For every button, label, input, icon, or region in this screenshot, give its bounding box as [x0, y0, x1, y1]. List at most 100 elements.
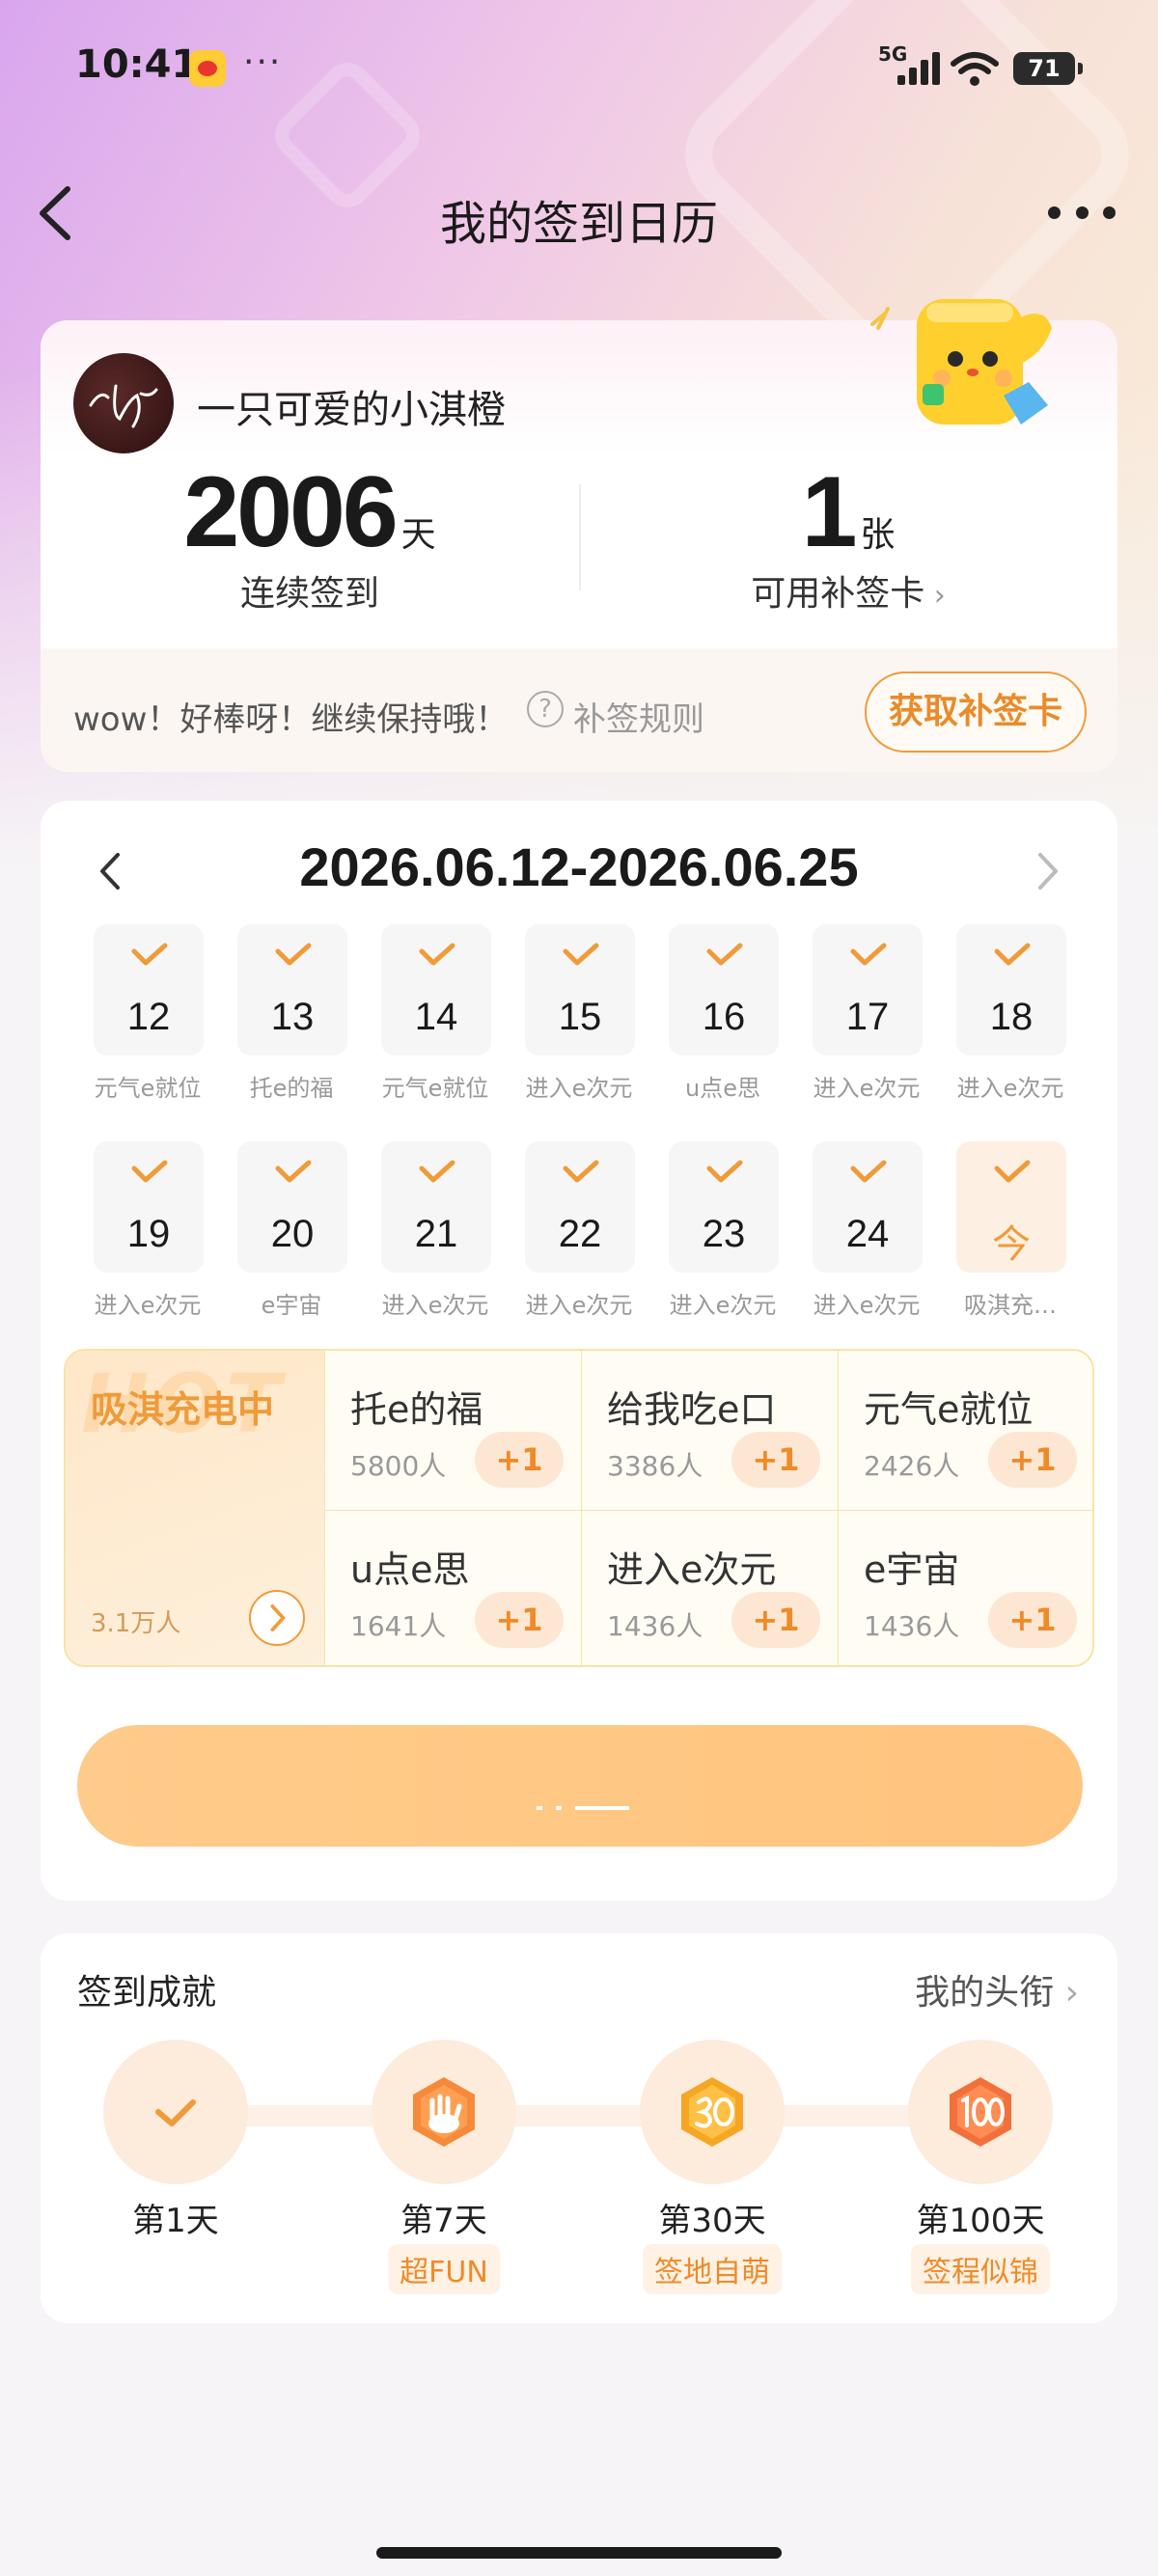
- calendar-day[interactable]: 16 u点e思: [650, 924, 795, 1108]
- calendar-day[interactable]: 21 进入e次元: [363, 1141, 508, 1325]
- profile-footer: wow！好棒呀！继续保持哦！ ? 补签规则 获取补签卡: [41, 648, 1117, 772]
- weibo-notification-icon: [189, 50, 226, 87]
- date-range: 2026.06.12-2026.06.25: [299, 836, 859, 897]
- day-box: 18: [956, 924, 1066, 1055]
- next-period-icon[interactable]: [1029, 847, 1067, 895]
- calendar-day[interactable]: 14 元气e就位: [363, 924, 508, 1108]
- check-icon: [850, 943, 887, 966]
- hot-title: 吸淇充电中: [91, 1388, 275, 1431]
- home-indicator[interactable]: [376, 2547, 782, 2559]
- encourage-text: wow！好棒呀！继续保持哦！: [73, 700, 509, 739]
- cards-label-text: 可用补签卡: [751, 574, 925, 614]
- check-icon: [994, 1160, 1031, 1183]
- activity-item[interactable]: e宇宙 1436人 +1: [838, 1510, 1092, 1665]
- activity-count: 1641人: [350, 1610, 447, 1642]
- activity-item[interactable]: 元气e就位 2426人 +1: [838, 1351, 1092, 1510]
- check-icon: [706, 1160, 743, 1183]
- day-box: 20: [237, 1141, 347, 1273]
- avatar[interactable]: [73, 353, 174, 453]
- more-notifications-icon: ···: [243, 42, 283, 82]
- streak-unit: 天: [400, 515, 436, 555]
- more-options-icon[interactable]: [1048, 206, 1116, 220]
- check-icon: [850, 1160, 887, 1183]
- achievement-item[interactable]: 第1天: [79, 2040, 272, 2290]
- day-label: 进入e次元: [669, 1292, 777, 1319]
- calendar-day[interactable]: 18 进入e次元: [938, 924, 1083, 1108]
- calendar-day[interactable]: 15 进入e次元: [507, 924, 651, 1108]
- day-box: 12: [94, 924, 204, 1055]
- plus-one-button[interactable]: +1: [731, 1592, 820, 1648]
- get-makeup-card-button[interactable]: 获取补签卡: [865, 671, 1087, 753]
- activity-item[interactable]: u点e思 1641人 +1: [324, 1510, 581, 1665]
- plus-one-button[interactable]: +1: [731, 1432, 820, 1488]
- hot-activity[interactable]: HOT 吸淇充电中 3.1万人: [66, 1351, 324, 1665]
- calendar-day[interactable]: 13 托e的福: [219, 924, 364, 1108]
- check-icon: [706, 943, 743, 966]
- calendar-day[interactable]: 23 进入e次元: [650, 1141, 795, 1325]
- check-icon: [994, 943, 1031, 966]
- day-box: 24: [813, 1141, 923, 1273]
- achievement-day: 第7天: [400, 2202, 487, 2240]
- question-icon[interactable]: ?: [527, 691, 564, 727]
- activity-item[interactable]: 托e的福 5800人 +1: [324, 1351, 581, 1510]
- avatar-signature-icon: [89, 384, 158, 428]
- activity-name: 元气e就位: [864, 1388, 1034, 1431]
- my-titles-link[interactable]: 我的头衔 ›: [915, 1964, 1079, 2014]
- achievement-day: 第30天: [658, 2202, 766, 2240]
- day-number: 13: [270, 996, 315, 1038]
- day-label: 吸淇充…: [964, 1292, 1057, 1319]
- thirty-days-badge-icon: [681, 2077, 743, 2147]
- signal-icon: [897, 52, 942, 85]
- check-icon: [275, 1160, 312, 1183]
- achievement-item[interactable]: 第30天 签地自萌: [616, 2040, 809, 2294]
- check-icon: [275, 943, 312, 966]
- plus-one-button[interactable]: +1: [475, 1432, 564, 1488]
- activity-count: 1436人: [864, 1610, 960, 1642]
- plus-one-button[interactable]: +1: [475, 1592, 564, 1648]
- day-number: 18: [989, 996, 1034, 1038]
- day-label: 元气e就位: [94, 1075, 202, 1102]
- day-number: 17: [845, 996, 890, 1038]
- chevron-right-icon: ›: [924, 579, 946, 613]
- day-number: 20: [270, 1213, 315, 1255]
- day-box: 14: [381, 924, 491, 1055]
- achievement-item[interactable]: 第100天 签程似锦: [884, 2040, 1077, 2294]
- activity-name: 给我吃e口: [607, 1388, 777, 1431]
- wifi-icon: [951, 52, 999, 86]
- calendar-day[interactable]: 20 e宇宙: [219, 1141, 364, 1325]
- calendar-day[interactable]: 17 进入e次元: [794, 924, 939, 1108]
- day-number: 21: [414, 1213, 458, 1255]
- calendar-day-today[interactable]: 今 吸淇充…: [938, 1141, 1083, 1325]
- activity-item[interactable]: 给我吃e口 3386人 +1: [581, 1351, 838, 1510]
- makeup-cards-stat[interactable]: 1张 可用补签卡 ›: [579, 455, 1117, 614]
- calendar-day[interactable]: 19 进入e次元: [75, 1141, 220, 1325]
- rules-link[interactable]: 补签规则: [573, 693, 704, 740]
- mood-activity-panel: HOT 吸淇充电中 3.1万人 托e的福 5800人 +1 给我吃e口 3386…: [64, 1349, 1094, 1667]
- plus-one-button[interactable]: +1: [988, 1432, 1077, 1488]
- day-box: 23: [669, 1141, 779, 1273]
- activity-name: u点e思: [350, 1548, 470, 1591]
- checkin-button[interactable]: [77, 1725, 1083, 1847]
- cards-value: 1: [801, 456, 858, 568]
- day-label: u点e思: [685, 1075, 760, 1102]
- chevron-right-icon[interactable]: [249, 1590, 305, 1646]
- activity-item[interactable]: 进入e次元 1436人 +1: [581, 1510, 838, 1665]
- day-box: 今: [956, 1141, 1066, 1273]
- hundred-days-badge-icon: [950, 2077, 1011, 2147]
- check-icon: [131, 1160, 168, 1183]
- day-number: 14: [414, 996, 458, 1038]
- calendar-day[interactable]: 22 进入e次元: [507, 1141, 651, 1325]
- calendar-day[interactable]: 24 进入e次元: [794, 1141, 939, 1325]
- day-label: 进入e次元: [525, 1292, 633, 1319]
- day-label: 进入e次元: [381, 1292, 489, 1319]
- progress-track: [176, 2105, 986, 2126]
- achievement-badge: [372, 2040, 516, 2184]
- status-bar: 10:41 ··· 5G 71: [0, 0, 1158, 135]
- page-title: 我的签到日历: [439, 197, 718, 251]
- day-label: 进入e次元: [813, 1075, 921, 1102]
- achievement-item[interactable]: 第7天 超FUN: [347, 2040, 540, 2294]
- plus-one-button[interactable]: +1: [988, 1592, 1077, 1648]
- achievement-badge: [640, 2040, 785, 2184]
- calendar-day[interactable]: 12 元气e就位: [75, 924, 220, 1108]
- day-label: 进入e次元: [813, 1292, 921, 1319]
